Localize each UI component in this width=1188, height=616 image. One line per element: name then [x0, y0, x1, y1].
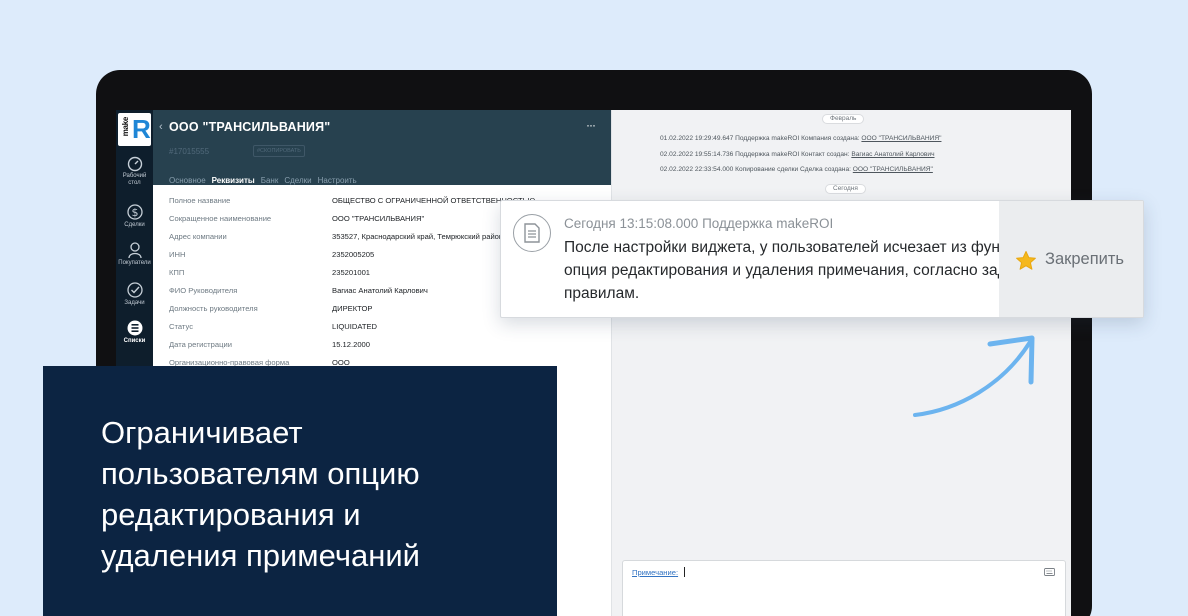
caption-line: пользователям опцию [101, 456, 420, 491]
date-divider: Сегодня [825, 184, 866, 194]
detail-value[interactable]: 353527, Краснодарский край, Темрюкский р… [332, 232, 503, 241]
caption-line: редактирования и [101, 497, 361, 532]
detail-label: Дата регистрации [169, 340, 232, 349]
tab-bar: Основное Реквизиты Банк Сделки Настроить [169, 170, 363, 190]
keyboard-icon[interactable] [1044, 568, 1055, 576]
person-icon [127, 242, 142, 259]
nav-item-deals[interactable]: $ Сделки [116, 203, 153, 229]
detail-value[interactable]: ДИРЕКТОР [332, 304, 372, 313]
detail-value[interactable]: ООО "ТРАНСИЛЬВАНИЯ" [332, 214, 424, 223]
back-chevron-icon[interactable]: ‹ [159, 121, 163, 133]
pin-label: Закрепить [1045, 250, 1125, 268]
copy-button[interactable]: #СКОПИРОВАТЬ [253, 145, 305, 157]
feed-entry-link[interactable]: Вагиас Анатолий Карлович [851, 151, 934, 158]
note-line: После настройки виджета, у пользователей… [564, 239, 1033, 256]
logo-letter: R [132, 114, 151, 144]
detail-value[interactable]: 15.12.2000 [332, 340, 370, 349]
note-type-icon [513, 214, 551, 252]
date-divider: Февраль [822, 114, 865, 124]
feed-entry: 02.02.2022 22:33:54.000 Копирование сдел… [660, 166, 933, 173]
star-icon [1016, 251, 1036, 270]
caption-line: Ограничивает [101, 415, 303, 450]
feed-entry-link[interactable]: ООО "ТРАНСИЛЬВАНИЯ" [861, 135, 941, 142]
note-line: опция редактирования и удаления примечан… [564, 262, 1055, 279]
pointer-arrow-icon [913, 335, 1035, 417]
list-icon [127, 320, 142, 336]
feed-entry-text: 02.02.2022 19:55:14.736 Поддержка makeRO… [660, 151, 850, 158]
detail-label: Статус [169, 322, 194, 331]
detail-label: Сокращенное наименование [169, 214, 272, 223]
note-label-text: Примечание [632, 568, 676, 577]
logo-text: make [121, 117, 130, 137]
nav-label: Списки [123, 338, 146, 344]
detail-value[interactable]: 235201001 [332, 268, 370, 277]
note-meta: Сегодня 13:15:08.000 Поддержка makeROI [564, 216, 834, 231]
note-input[interactable]: Примечание: [622, 560, 1066, 616]
note-line: правилам. [564, 285, 640, 302]
note-label-colon: : [675, 568, 679, 577]
dollar-icon: $ [126, 204, 143, 220]
document-icon [524, 223, 540, 243]
app-logo[interactable]: make R [118, 113, 151, 146]
more-menu-icon[interactable]: ··· [586, 118, 596, 132]
page-title: ООО "ТРАНСИЛЬВАНИЯ" [169, 120, 331, 134]
detail-label: ИНН [169, 250, 186, 259]
feed-entry-text: 01.02.2022 19:29:49.647 Поддержка makeRO… [660, 135, 860, 142]
record-header: ‹ ООО "ТРАНСИЛЬВАНИЯ" ··· #17015555 #СКО… [153, 110, 611, 190]
nav-item-tasks[interactable]: Задачи [116, 281, 153, 307]
nav-item-lists[interactable]: Списки [116, 319, 153, 345]
feed-entry: 02.02.2022 19:55:14.736 Поддержка makeRO… [660, 151, 935, 158]
detail-label: Должность руководителя [169, 304, 258, 313]
detail-value[interactable]: Вагиас Анатолий Карлович [332, 286, 428, 295]
detail-label: КПП [169, 268, 185, 277]
note-card: Сегодня 13:15:08.000 Поддержка makeROI П… [500, 200, 1144, 318]
detail-value[interactable]: LIQUIDATED [332, 322, 377, 331]
note-body: После настройки виджета, у пользователей… [564, 236, 1055, 305]
deal-id: #17015555 [169, 147, 210, 156]
note-input-label[interactable]: Примечание: [632, 568, 678, 577]
caption-text: Ограничивает пользователям опцию редакти… [101, 412, 521, 576]
detail-value[interactable]: 2352005205 [332, 250, 374, 259]
gauge-icon [127, 156, 142, 172]
svg-text:$: $ [131, 206, 138, 219]
nav-label: Задачи [124, 300, 145, 306]
nav-label: Рабочий стол [122, 173, 147, 186]
detail-label: Адрес компании [169, 232, 227, 241]
detail-label: ФИО Руководителя [169, 286, 238, 295]
caption-panel: Ограничивает пользователям опцию редакти… [43, 366, 557, 616]
feed-entry-link[interactable]: ООО "ТРАНСИЛЬВАНИЯ" [853, 166, 933, 173]
caption-line: удаления примечаний [101, 538, 420, 573]
checkmark-icon [126, 282, 143, 298]
feed-entry: 01.02.2022 19:29:49.647 Поддержка makeRO… [660, 135, 941, 142]
nav-item-buyers[interactable]: Покупатели [116, 241, 153, 267]
nav-item-dashboard[interactable]: Рабочий стол [116, 156, 153, 187]
feed-entry-text: 02.02.2022 22:33:54.000 Копирование сдел… [660, 166, 851, 173]
nav-label: Покупатели [118, 260, 151, 266]
nav-label: Сделки [124, 222, 145, 228]
pin-button[interactable]: Закрепить [999, 201, 1143, 317]
detail-label: Полное название [169, 196, 231, 205]
text-caret [684, 567, 685, 577]
